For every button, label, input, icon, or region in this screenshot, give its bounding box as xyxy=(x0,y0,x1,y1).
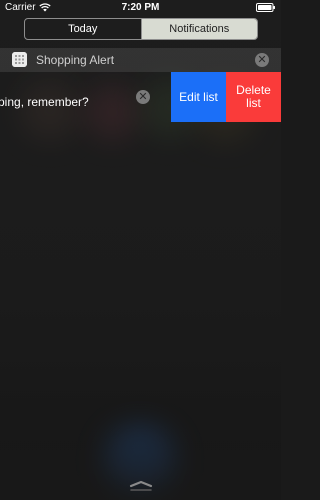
tab-today[interactable]: Today xyxy=(25,19,141,39)
notification-center-screen: Carrier 7:20 PM Today Notifications Shop… xyxy=(0,0,281,500)
close-icon[interactable]: ✕ xyxy=(136,90,150,104)
chevron-up-grabber-icon[interactable] xyxy=(128,478,154,492)
status-time: 7:20 PM xyxy=(121,2,160,13)
calendar-grid-icon xyxy=(12,52,27,67)
edit-list-button[interactable]: Edit list xyxy=(171,72,226,122)
status-bar: Carrier 7:20 PM xyxy=(0,0,281,16)
background-blur xyxy=(20,80,80,140)
delete-list-button[interactable]: Delete list xyxy=(226,72,281,122)
background-blur xyxy=(85,85,140,140)
notification-app-title: Shopping Alert xyxy=(36,53,115,67)
battery-icon xyxy=(256,3,275,12)
tab-notifications[interactable]: Notifications xyxy=(140,19,257,39)
notification-message[interactable]: ping, remember? xyxy=(0,95,89,109)
close-icon[interactable]: ✕ xyxy=(255,53,269,67)
notification-center-tabs: Today Notifications xyxy=(24,18,258,40)
